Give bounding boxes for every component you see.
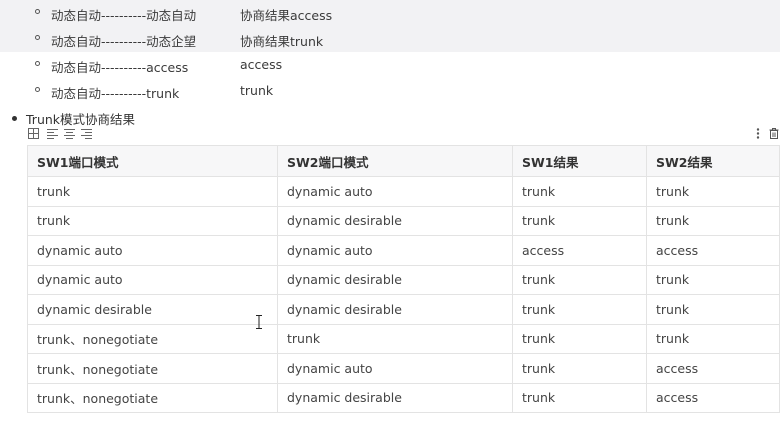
list-item[interactable]: 动态自动----------access access [0,52,780,78]
table-cell[interactable]: trunk [512,382,647,413]
table-row: trunk dynamic auto trunk trunk [27,176,780,207]
trash-icon[interactable] [769,128,779,139]
table-cell[interactable]: trunk [512,353,647,384]
table-cell[interactable]: trunk [277,323,513,354]
list-item-left: 动态自动----------trunk [51,86,180,101]
table-cell[interactable]: access [646,353,780,384]
bullet-item-text: Trunk模式协商结果 [26,112,136,127]
table-cell[interactable]: dynamic auto [277,176,513,207]
list-item-left: 动态自动----------动态企望 [51,34,197,49]
nested-list: 动态自动----------动态自动 协商结果access 动态自动------… [0,0,780,104]
list-item-right: 协商结果access [240,8,333,23]
table-toolbar [28,128,779,142]
column-header[interactable]: SW1结果 [512,145,647,177]
table-cell[interactable]: dynamic desirable [277,264,513,295]
table-cell[interactable]: access [512,235,647,266]
table-header-row: SW1端口模式 SW2端口模式 SW1结果 SW2结果 [27,145,780,177]
hollow-bullet-icon [35,61,40,66]
table-cell[interactable]: dynamic auto [27,264,278,295]
bullet-icon [12,116,17,121]
table-cell[interactable]: trunk、nonegotiate [27,353,278,384]
table-cell[interactable]: access [646,235,780,266]
table-cell[interactable]: trunk、nonegotiate [27,382,278,413]
list-item-right: trunk [240,83,274,98]
table-row: trunk dynamic desirable trunk trunk [27,205,780,236]
table-cell[interactable]: trunk [512,176,647,207]
table-cell[interactable]: trunk [512,264,647,295]
table-cell[interactable]: trunk [512,205,647,236]
table-grid-icon[interactable] [28,128,39,139]
list-item-right: 协商结果trunk [240,34,324,49]
table-cell[interactable]: trunk [646,294,780,325]
table-cell[interactable]: dynamic desirable [27,294,278,325]
negotiation-table: SW1端口模式 SW2端口模式 SW1结果 SW2结果 trunk dynami… [27,145,780,413]
table-cell[interactable]: trunk [512,323,647,354]
table-cell[interactable]: dynamic desirable [277,205,513,236]
align-left-icon[interactable] [47,128,58,139]
table-cell[interactable]: trunk [646,323,780,354]
table-row: dynamic desirable dynamic desirable trun… [27,294,780,325]
table-cell[interactable]: trunk [646,205,780,236]
list-item[interactable]: 动态自动----------动态企望 协商结果trunk [0,26,780,52]
table-row: dynamic auto dynamic auto access access [27,235,780,266]
column-header[interactable]: SW2结果 [646,145,780,177]
table-cell[interactable]: dynamic auto [277,353,513,384]
more-vertical-icon[interactable] [756,128,760,139]
table-cell[interactable]: trunk [27,205,278,236]
list-item-left: 动态自动----------access [51,60,189,75]
hollow-bullet-icon [35,9,40,14]
table-row: trunk、nonegotiate dynamic auto trunk acc… [27,353,780,384]
text-cursor-icon [255,315,263,329]
align-right-icon[interactable] [81,128,92,139]
table-cell[interactable]: dynamic auto [277,235,513,266]
table-cell[interactable]: trunk、nonegotiate [27,323,278,354]
table-cell[interactable]: access [646,382,780,413]
hollow-bullet-icon [35,87,40,92]
table-row: trunk、nonegotiate dynamic desirable trun… [27,382,780,413]
table-cell[interactable]: trunk [646,264,780,295]
list-item[interactable]: 动态自动----------动态自动 协商结果access [0,0,780,26]
hollow-bullet-icon [35,35,40,40]
table-cell[interactable]: dynamic desirable [277,382,513,413]
column-header[interactable]: SW2端口模式 [277,145,513,177]
table-row: dynamic auto dynamic desirable trunk tru… [27,264,780,295]
column-header[interactable]: SW1端口模式 [27,145,278,177]
align-center-icon[interactable] [64,128,75,139]
table-cell[interactable]: trunk [27,176,278,207]
list-item[interactable]: 动态自动----------trunk trunk [0,78,780,104]
bullet-item[interactable]: Trunk模式协商结果 [0,108,780,128]
table-cell[interactable]: dynamic auto [27,235,278,266]
table-row: trunk、nonegotiate trunk trunk trunk [27,323,780,354]
editor-page: 动态自动----------动态自动 协商结果access 动态自动------… [0,0,780,428]
list-item-right: access [240,57,283,72]
table-cell[interactable]: dynamic desirable [277,294,513,325]
table-cell[interactable]: trunk [512,294,647,325]
table-cell[interactable]: trunk [646,176,780,207]
list-item-left: 动态自动----------动态自动 [51,8,197,23]
